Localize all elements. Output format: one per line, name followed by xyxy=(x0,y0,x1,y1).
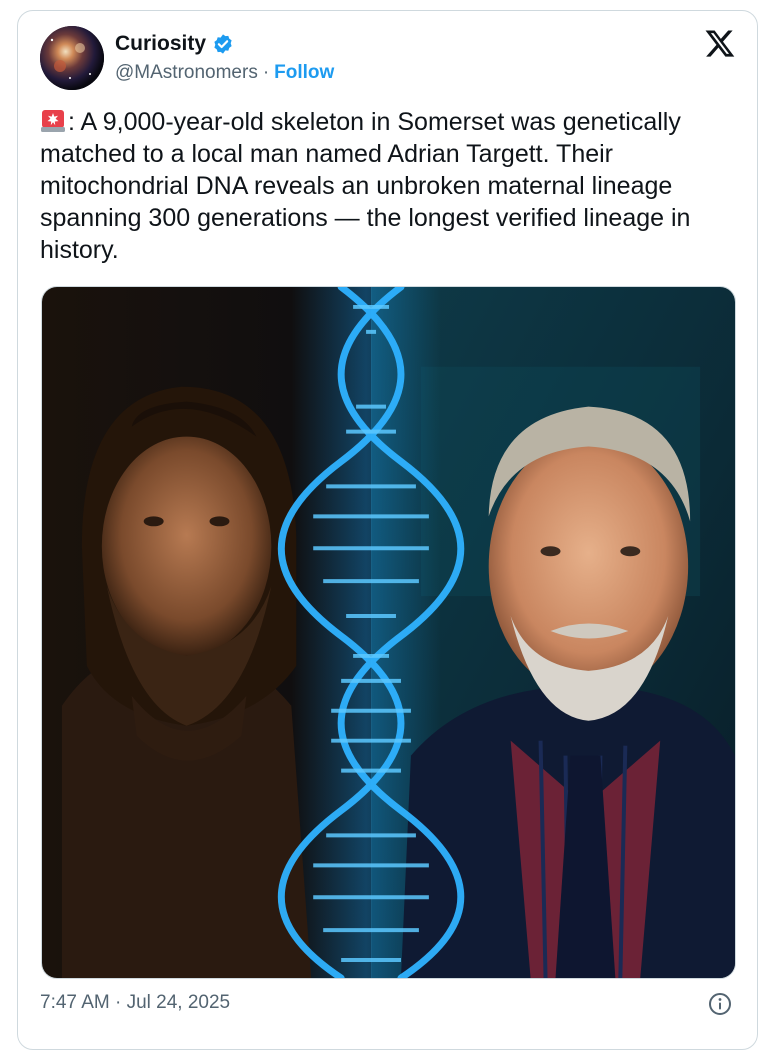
separator-dot: · xyxy=(262,62,270,83)
author-handle-row: @MAstronomers · Follow xyxy=(115,62,334,84)
follow-button[interactable]: Follow xyxy=(274,62,334,84)
author-handle[interactable]: @MAstronomers xyxy=(115,62,258,84)
rotating-light-icon xyxy=(41,110,65,132)
tweet-text: : A 9,000-year-old skeleton in Somerset … xyxy=(40,108,691,264)
author-name[interactable]: Curiosity xyxy=(115,32,206,56)
nebula-avatar-icon xyxy=(40,26,104,90)
info-circle-icon[interactable] xyxy=(708,992,732,1016)
verified-badge-icon xyxy=(214,34,232,54)
avatar[interactable] xyxy=(40,26,104,90)
author-name-row: Curiosity xyxy=(115,32,234,56)
dna-double-helix-image xyxy=(42,287,735,978)
tweet-timestamp[interactable]: 7:47 AM · Jul 24, 2025 xyxy=(40,992,230,1014)
tweet-media[interactable] xyxy=(41,286,736,979)
tweet-text-block: : A 9,000-year-old skeleton in Somerset … xyxy=(40,106,740,266)
x-logo-icon[interactable] xyxy=(703,27,737,61)
